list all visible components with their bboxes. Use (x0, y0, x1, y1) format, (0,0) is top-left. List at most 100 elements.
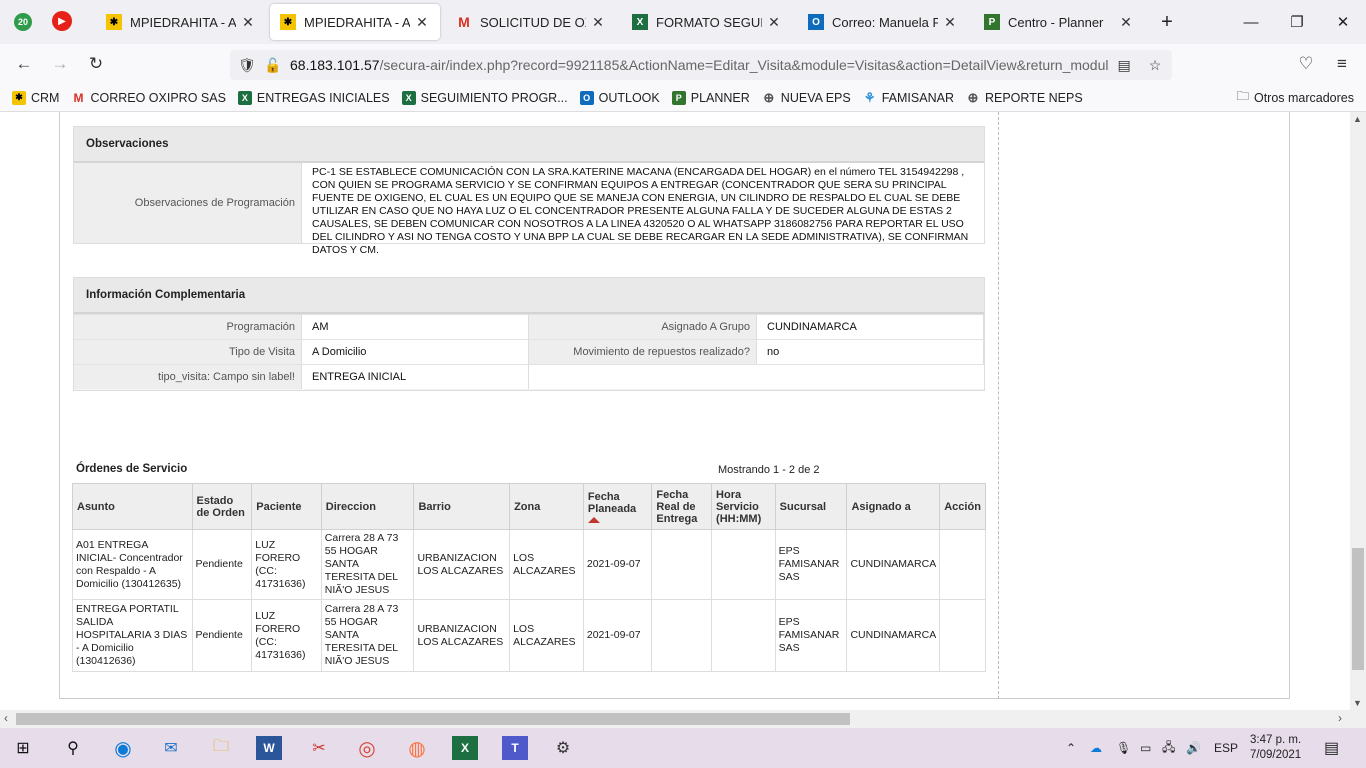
teams-icon[interactable]: T (502, 736, 528, 760)
col-hora[interactable]: Hora Servicio (HH:MM) (711, 483, 776, 530)
info-title: Información Complementaria (74, 278, 984, 314)
search-icon[interactable]: ⚲ (60, 736, 86, 760)
app-icon[interactable]: ⚙ (550, 736, 576, 760)
vertical-scroll-thumb[interactable] (1352, 548, 1364, 670)
cell-fecha-planeada: 2021-09-07 (582, 529, 653, 600)
col-estado[interactable]: Estado de Orden (191, 483, 253, 530)
horizontal-scrollbar[interactable]: ‹ › (0, 710, 1366, 728)
minimize-icon[interactable]: — (1228, 0, 1274, 44)
microphone-icon[interactable]: 🎙 (1116, 728, 1131, 768)
tab-title: Centro - Planner (1008, 14, 1104, 30)
back-icon[interactable]: ← (12, 52, 36, 76)
close-window-icon[interactable]: ✕ (1320, 0, 1366, 44)
pocket-icon[interactable]: ♡ (1294, 52, 1318, 76)
col-fecha-real[interactable]: Fecha Real de Entrega (651, 483, 713, 530)
bookmark-crm[interactable]: ✱ CRM (12, 90, 59, 105)
col-barrio[interactable]: Barrio (413, 483, 511, 530)
mail-icon[interactable]: ✉ (158, 736, 184, 760)
volume-icon[interactable]: 🔊 (1186, 728, 1201, 768)
insecure-lock-icon[interactable]: 🔓 (264, 57, 281, 74)
cell-barrio: URBANIZACION LOS ALCAZARES (413, 529, 511, 600)
other-bookmarks-label: Otros marcadores (1253, 90, 1354, 105)
info-row-1: Programación AM Asignado A Grupo CUNDINA… (74, 314, 984, 339)
observaciones-row: Observaciones de Programación PC-1 SE ES… (74, 163, 984, 256)
word-icon[interactable]: W (256, 736, 282, 760)
chrome-icon[interactable]: ◎ (354, 736, 380, 760)
extension-badge-icon[interactable]: 20 (12, 11, 34, 33)
crm-icon: ✱ (12, 90, 26, 105)
excel-icon[interactable]: X (452, 736, 478, 760)
close-icon[interactable]: ✕ (414, 14, 430, 31)
language-indicator[interactable]: ESP (1214, 728, 1238, 768)
menu-icon[interactable]: ≡ (1330, 52, 1354, 76)
bookmark-seguimiento[interactable]: X SEGUIMIENTO PROGR... (401, 90, 568, 105)
tab-3[interactable]: M SOLICITUD DE OXÍGENO ✕ (446, 4, 616, 40)
snip-tool-icon[interactable]: ✂ (306, 736, 332, 760)
tab-bar: 20 ▶ ✱ MPIEDRAHITA - Atención ✕ ✱ MPIEDR… (0, 0, 1366, 44)
bookmark-outlook[interactable]: O OUTLOOK (579, 90, 660, 105)
tab-1[interactable]: ✱ MPIEDRAHITA - Atención ✕ (96, 4, 266, 40)
col-zona[interactable]: Zona (509, 483, 584, 530)
reload-icon[interactable]: ↻ (84, 52, 108, 76)
horizontal-scroll-thumb[interactable] (16, 713, 850, 725)
vertical-scrollbar[interactable]: ▲ ▼ (1350, 112, 1366, 710)
shield-icon[interactable]: 🛡 (238, 57, 256, 74)
forward-icon[interactable]: → (48, 52, 72, 76)
bookmark-reporte-neps[interactable]: ⊕ REPORTE NEPS (966, 90, 1083, 105)
other-bookmarks[interactable]: 🗀 Otros marcadores (1236, 87, 1354, 108)
col-direccion[interactable]: Direccion (320, 483, 415, 530)
cell-hora (711, 599, 776, 672)
battery-icon[interactable]: ▭ (1140, 728, 1151, 768)
col-paciente[interactable]: Paciente (251, 483, 322, 530)
close-icon[interactable]: ✕ (590, 14, 606, 31)
tab-6[interactable]: P Centro - Planner ✕ (974, 4, 1144, 40)
windows-start-icon[interactable]: ⊞ (10, 736, 36, 760)
bookmark-famisanar[interactable]: ⚘ FAMISANAR (863, 89, 954, 105)
col-sucursal[interactable]: Sucursal (774, 483, 848, 530)
clock[interactable]: 3:47 p. m. 7/09/2021 (1250, 728, 1301, 768)
address-bar[interactable]: 🛡 🔓 68.183.101.57/secura-air/index.php?r… (230, 50, 1172, 80)
scroll-up-icon[interactable]: ▲ (1353, 114, 1362, 124)
cell-accion[interactable] (939, 599, 986, 672)
bookmark-correo[interactable]: M CORREO OXIPRO SAS (71, 91, 225, 105)
scroll-down-icon[interactable]: ▼ (1353, 698, 1362, 708)
bookmark-entregas[interactable]: X ENTREGAS INICIALES (237, 90, 390, 105)
cell-asunto[interactable]: A01 ENTREGA INICIAL- Concentrador con Re… (72, 529, 193, 600)
new-tab-icon[interactable]: + (1146, 0, 1188, 44)
cell-fecha-real (651, 599, 713, 672)
tab-4[interactable]: X FORMATO SEGUIMIENTO ✕ (622, 4, 792, 40)
scroll-right-icon[interactable]: › (1338, 711, 1342, 725)
file-explorer-icon[interactable]: 🗀 (208, 736, 234, 760)
edge-icon[interactable]: ◉ (110, 736, 136, 760)
col-asignado[interactable]: Asignado a (846, 483, 941, 530)
reader-view-icon[interactable]: ▤ (1118, 57, 1131, 74)
network-icon[interactable]: 🖧 (1162, 728, 1175, 768)
bookmark-planner[interactable]: P PLANNER (671, 90, 750, 105)
col-asunto[interactable]: Asunto (72, 483, 193, 530)
youtube-icon[interactable]: ▶ (52, 11, 72, 31)
tab-5[interactable]: O Correo: Manuela Piedrahita ✕ (798, 4, 968, 40)
notifications-icon[interactable]: ▤ (1324, 728, 1339, 768)
close-icon[interactable]: ✕ (1118, 14, 1134, 31)
close-icon[interactable]: ✕ (942, 14, 958, 31)
col-fecha-planeada[interactable]: Fecha Planeada (582, 483, 653, 530)
cell-accion[interactable] (939, 529, 986, 600)
firefox-icon[interactable]: ◍ (404, 736, 430, 760)
sort-ascending-icon[interactable] (587, 516, 600, 523)
outlook-icon: O (579, 90, 594, 105)
cell-hora (711, 529, 776, 600)
bookmark-nueva-eps[interactable]: ⊕ NUEVA EPS (762, 90, 850, 105)
planner-icon: P (984, 14, 1000, 30)
show-hidden-icons[interactable]: ⌃ (1066, 728, 1076, 768)
famisanar-icon: ⚘ (863, 89, 876, 105)
table-row[interactable]: A01 ENTREGA INICIAL- Concentrador con Re… (72, 529, 986, 600)
table-row[interactable]: ENTREGA PORTATIL SALIDA HOSPITALARIA 3 D… (72, 599, 986, 672)
bookmark-star-icon[interactable]: ☆ (1149, 57, 1162, 74)
close-icon[interactable]: ✕ (766, 14, 782, 31)
close-icon[interactable]: ✕ (240, 14, 256, 31)
tab-2-active[interactable]: ✱ MPIEDRAHITA - Atención ✕ (270, 4, 440, 40)
cell-asunto[interactable]: ENTREGA PORTATIL SALIDA HOSPITALARIA 3 D… (72, 599, 193, 672)
onedrive-icon[interactable]: ☁ (1090, 728, 1102, 768)
restore-icon[interactable]: ❐ (1274, 0, 1320, 44)
scroll-left-icon[interactable]: ‹ (4, 711, 8, 725)
